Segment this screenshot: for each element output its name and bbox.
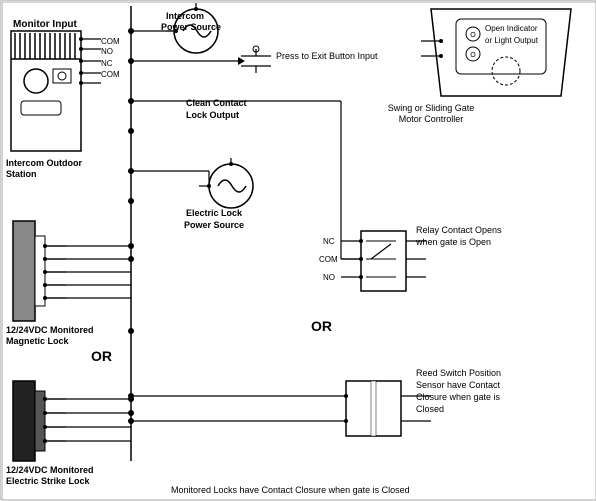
svg-text:Magnetic Lock: Magnetic Lock xyxy=(6,336,70,346)
svg-text:NC: NC xyxy=(323,237,335,246)
svg-text:Power Source: Power Source xyxy=(184,220,244,230)
svg-text:Closure when gate is: Closure when gate is xyxy=(416,392,501,402)
svg-text:O: O xyxy=(470,52,476,59)
svg-text:COM: COM xyxy=(101,37,120,46)
svg-text:Electric Strike Lock: Electric Strike Lock xyxy=(6,476,91,486)
svg-text:Swing or Sliding Gate: Swing or Sliding Gate xyxy=(388,103,475,113)
svg-text:NC: NC xyxy=(101,59,113,68)
svg-text:Electric Lock: Electric Lock xyxy=(186,208,243,218)
svg-text:Press to Exit Button Input: Press to Exit Button Input xyxy=(276,51,378,61)
svg-text:Closed: Closed xyxy=(416,404,444,414)
svg-text:OR: OR xyxy=(311,318,332,334)
svg-text:O: O xyxy=(470,32,476,39)
svg-text:Intercom Outdoor: Intercom Outdoor xyxy=(6,158,82,168)
svg-text:NO: NO xyxy=(101,47,113,56)
svg-text:12/24VDC Monitored: 12/24VDC Monitored xyxy=(6,325,94,335)
svg-text:Clean Contact: Clean Contact xyxy=(186,98,247,108)
svg-text:Lock Output: Lock Output xyxy=(186,110,239,120)
svg-text:COM: COM xyxy=(319,255,338,264)
svg-text:Sensor have Contact: Sensor have Contact xyxy=(416,380,501,390)
svg-text:Monitor Input: Monitor Input xyxy=(13,19,78,30)
svg-text:or Light Output: or Light Output xyxy=(485,36,539,45)
svg-text:COM: COM xyxy=(101,70,120,79)
svg-text:Open Indicator: Open Indicator xyxy=(485,24,538,33)
svg-text:Station: Station xyxy=(6,169,37,179)
svg-text:OR: OR xyxy=(91,348,112,364)
svg-text:NO: NO xyxy=(323,273,335,282)
svg-text:12/24VDC Monitored: 12/24VDC Monitored xyxy=(6,465,94,475)
svg-text:Monitored Locks have Contact C: Monitored Locks have Contact Closure whe… xyxy=(171,485,410,495)
wiring-diagram: COM NO NC COM Monitor Input Intercom Out… xyxy=(0,0,596,500)
svg-text:when gate is Open: when gate is Open xyxy=(415,237,491,247)
svg-text:Reed Switch Position: Reed Switch Position xyxy=(416,368,501,378)
svg-text:Relay Contact Opens: Relay Contact Opens xyxy=(416,225,502,235)
svg-text:Intercom: Intercom xyxy=(166,11,204,21)
svg-text:Motor Controller: Motor Controller xyxy=(399,114,464,124)
